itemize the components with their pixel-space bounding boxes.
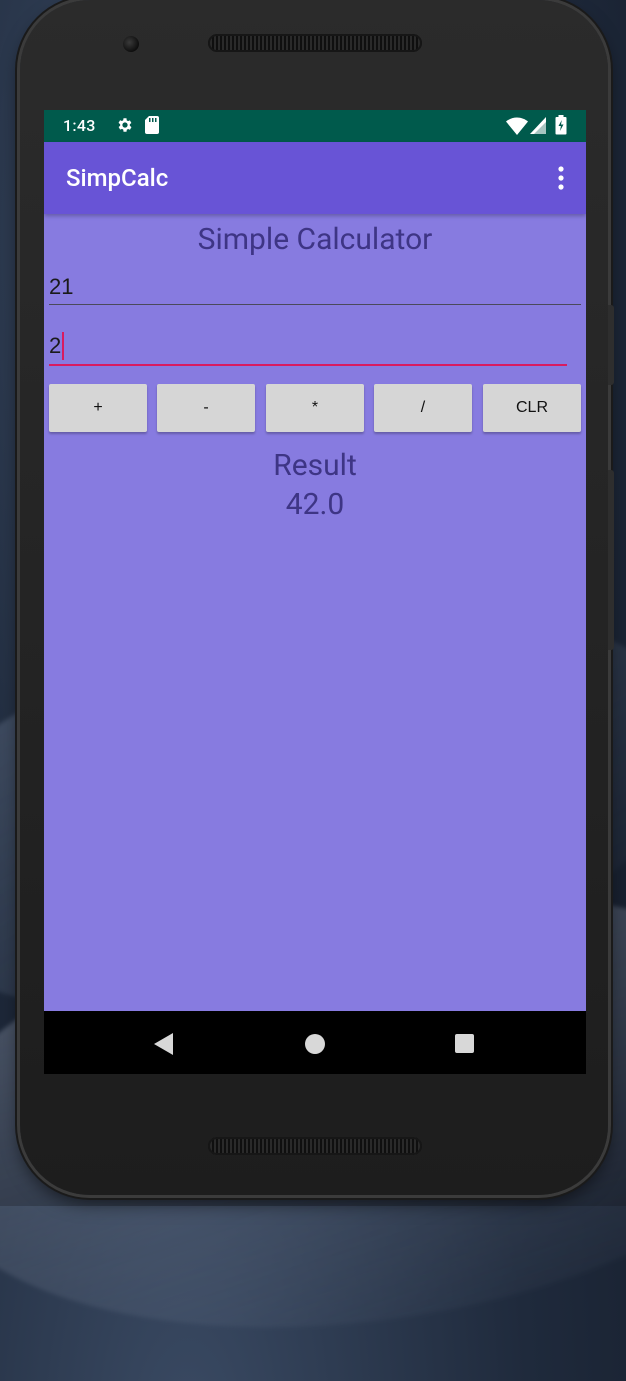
multiply-button[interactable]: * [266,384,364,432]
battery-icon [555,115,567,135]
operator-button-row: + - * / CLR [49,384,581,432]
first-number-input[interactable] [49,270,581,305]
app-bar: SimpCalc [44,142,586,214]
device-screen: 1:43 SimpCalc Simple Calculator 21 2 + -… [44,110,586,1074]
second-number-input[interactable] [49,328,567,366]
app-title: SimpCalc [66,164,169,192]
volume-button[interactable] [608,470,614,650]
status-time: 1:43 [63,116,96,135]
back-icon[interactable] [154,1033,174,1055]
recents-icon[interactable] [455,1034,474,1053]
clear-button[interactable]: CLR [483,384,581,432]
power-button[interactable] [608,305,614,385]
bottom-speaker [208,1137,422,1155]
top-speaker [208,34,422,52]
navigation-bar [44,1011,586,1074]
status-bar: 1:43 [44,110,586,142]
text-cursor [62,332,64,360]
result-value: 42.0 [285,487,345,522]
result-label: Result [273,448,357,483]
calculator-content: Simple Calculator + - * / CLR Result 42.… [44,214,586,1011]
signal-icon [530,117,546,134]
home-icon[interactable] [305,1034,325,1054]
gear-icon [118,118,132,132]
front-camera [123,36,139,52]
divide-button[interactable]: / [374,384,472,432]
subtract-button[interactable]: - [157,384,255,432]
page-title: Simple Calculator [197,222,433,257]
overflow-menu-icon[interactable] [556,166,566,192]
wifi-icon [506,117,528,135]
phone-frame: 1:43 SimpCalc Simple Calculator 21 2 + -… [20,0,614,1195]
sd-card-icon [145,116,159,134]
add-button[interactable]: + [49,384,147,432]
